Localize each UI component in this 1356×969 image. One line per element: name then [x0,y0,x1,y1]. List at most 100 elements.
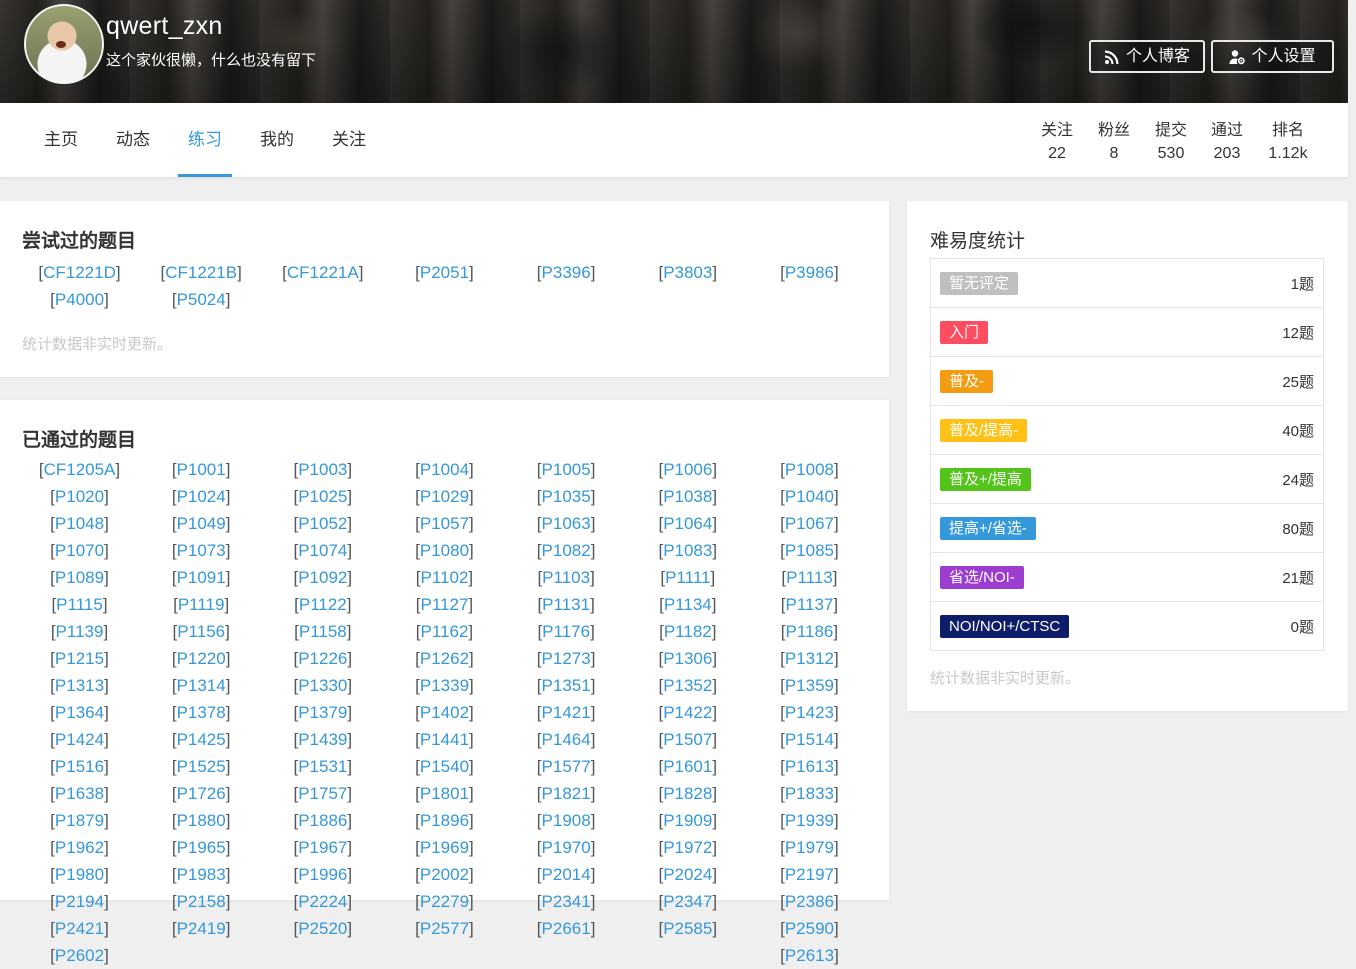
problem-link[interactable]: P1134 [664,595,712,614]
problem-link[interactable]: P2279 [420,892,469,911]
problem-link[interactable]: CF1221D [43,263,116,282]
problem-link[interactable]: P2421 [55,919,104,938]
problem-link[interactable]: P1049 [177,514,226,533]
problem-link[interactable]: P1038 [663,487,712,506]
problem-link[interactable]: P2002 [420,865,469,884]
problem-link[interactable]: P1186 [785,622,833,641]
problem-link[interactable]: CF1221B [165,263,237,282]
problem-link[interactable]: P1003 [298,460,347,479]
problem-link[interactable]: P1965 [177,838,226,857]
problem-link[interactable]: P1313 [55,676,104,695]
problem-link[interactable]: P1115 [56,595,103,614]
problem-link[interactable]: P1330 [298,676,347,695]
problem-link[interactable]: P1111 [665,568,710,587]
problem-link[interactable]: P1833 [785,784,834,803]
problem-link[interactable]: P2341 [542,892,591,911]
problem-link[interactable]: P5024 [177,290,226,309]
stat-submissions[interactable]: 提交 530 [1151,119,1191,165]
problem-link[interactable]: P1137 [785,595,833,614]
problem-link[interactable]: P2613 [785,946,834,965]
problem-link[interactable]: P1008 [785,460,834,479]
problem-link[interactable]: P1821 [542,784,591,803]
problem-link[interactable]: P1424 [55,730,104,749]
problem-link[interactable]: P1262 [420,649,469,668]
problem-link[interactable]: P2602 [55,946,104,965]
problem-link[interactable]: P1967 [298,838,347,857]
problem-link[interactable]: P1638 [55,784,104,803]
problem-link[interactable]: P2661 [542,919,591,938]
problem-link[interactable]: P1970 [542,838,591,857]
problem-link[interactable]: P1035 [542,487,591,506]
problem-link[interactable]: P1091 [177,568,226,587]
problem-link[interactable]: P1306 [663,649,712,668]
problem-link[interactable]: P1896 [420,811,469,830]
problem-link[interactable]: P1052 [298,514,347,533]
problem-link[interactable]: P4000 [55,290,104,309]
stat-ranking[interactable]: 排名 1.12k [1263,119,1313,165]
problem-link[interactable]: P1156 [177,622,225,641]
problem-link[interactable]: P1176 [542,622,590,641]
problem-link[interactable]: P1364 [55,703,104,722]
problem-link[interactable]: P1996 [298,865,347,884]
problem-link[interactable]: P1005 [542,460,591,479]
problem-link[interactable]: P1969 [420,838,469,857]
problem-link[interactable]: P1423 [785,703,834,722]
stat-followers[interactable]: 粉丝 8 [1094,119,1134,165]
tab-practice[interactable]: 练习 [178,103,232,177]
problem-link[interactable]: P1158 [299,622,347,641]
problem-link[interactable]: P2224 [298,892,347,911]
problem-link[interactable]: P1139 [56,622,104,641]
tab-home[interactable]: 主页 [43,103,79,177]
problem-link[interactable]: P1441 [420,730,469,749]
personal-settings-button[interactable]: 个人设置 [1211,40,1334,73]
problem-link[interactable]: P1439 [298,730,347,749]
problem-link[interactable]: P1029 [420,487,469,506]
problem-link[interactable]: P1726 [177,784,226,803]
problem-link[interactable]: P1182 [664,622,712,641]
problem-link[interactable]: P1063 [542,514,591,533]
problem-link[interactable]: P1352 [663,676,712,695]
problem-link[interactable]: P1001 [177,460,226,479]
problem-link[interactable]: P1464 [542,730,591,749]
username[interactable]: qwert_zxn [106,12,223,41]
problem-link[interactable]: P1909 [663,811,712,830]
problem-link[interactable]: P1102 [421,568,469,587]
problem-link[interactable]: P1359 [785,676,834,695]
problem-link[interactable]: P1577 [542,757,591,776]
problem-link[interactable]: P1024 [177,487,226,506]
problem-link[interactable]: P1378 [177,703,226,722]
problem-link[interactable]: P2585 [663,919,712,938]
problem-link[interactable]: P1092 [298,568,347,587]
problem-link[interactable]: P1004 [420,460,469,479]
avatar[interactable] [24,4,104,84]
problem-link[interactable]: P1122 [299,595,347,614]
problem-link[interactable]: P2194 [55,892,104,911]
problem-link[interactable]: P2520 [298,919,347,938]
problem-link[interactable]: P1908 [542,811,591,830]
problem-link[interactable]: P2051 [420,263,469,282]
problem-link[interactable]: P1113 [786,568,833,587]
problem-link[interactable]: P1507 [663,730,712,749]
tab-following[interactable]: 关注 [331,103,367,177]
problem-link[interactable]: P1312 [785,649,834,668]
problem-link[interactable]: P1006 [663,460,712,479]
problem-link[interactable]: P1131 [542,595,590,614]
problem-link[interactable]: P2590 [785,919,834,938]
problem-link[interactable]: P1828 [663,784,712,803]
problem-link[interactable]: P1531 [298,757,347,776]
problem-link[interactable]: P1103 [542,568,590,587]
problem-link[interactable]: P2577 [420,919,469,938]
problem-link[interactable]: P1379 [298,703,347,722]
tab-activity[interactable]: 动态 [115,103,151,177]
problem-link[interactable]: P1422 [663,703,712,722]
problem-link[interactable]: P1083 [663,541,712,560]
problem-link[interactable]: P2386 [785,892,834,911]
problem-link[interactable]: P1540 [420,757,469,776]
problem-link[interactable]: P1127 [421,595,469,614]
problem-link[interactable]: CF1221A [287,263,359,282]
problem-link[interactable]: P1979 [785,838,834,857]
problem-link[interactable]: P1972 [663,838,712,857]
problem-link[interactable]: P1226 [298,649,347,668]
problem-link[interactable]: P1215 [55,649,104,668]
problem-link[interactable]: P2014 [542,865,591,884]
